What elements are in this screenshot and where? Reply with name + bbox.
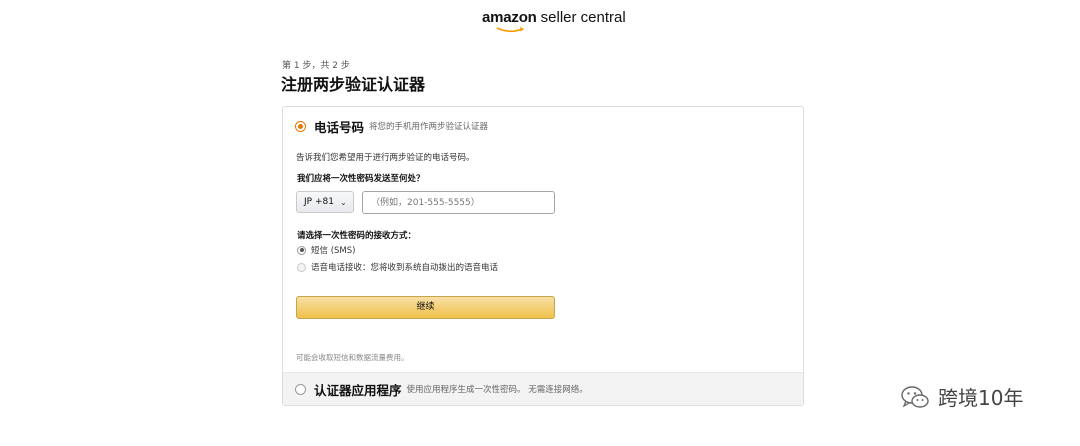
country-code-value: JP +81 (304, 197, 334, 207)
continue-button[interactable]: 继续 (296, 296, 555, 319)
voice-call-radio[interactable] (297, 262, 306, 272)
voice-call-option[interactable]: 语音电话接收：您将收到系统自动拨出的语音电话 (297, 261, 498, 273)
fee-note: 可能会收取短信和数据流量费用。 (296, 353, 409, 362)
phone-description: 告诉我们您希望用于进行两步验证的电话号码。 (296, 153, 475, 163)
authenticator-app-radio[interactable] (295, 383, 306, 395)
wechat-icon (901, 385, 929, 408)
phone-option-title: 电话号码 (314, 119, 365, 135)
amazon-smile-icon (496, 27, 525, 33)
step-indicator: 第 1 步，共 2 步 (282, 61, 350, 71)
chevron-down-icon: ⌄ (339, 197, 347, 207)
country-code-select[interactable]: JP +81 ⌄ (296, 191, 354, 213)
sms-option-label: 短信 (SMS) (311, 246, 356, 256)
watermark-text: 跨境10年 (938, 386, 1024, 410)
authenticator-app-subtitle: 使用应用程序生成一次性密码。 无需连接网络。 (406, 385, 588, 395)
authenticator-app-title: 认证器应用程序 (314, 382, 402, 398)
logo-product: seller central (540, 9, 626, 26)
phone-option-radio[interactable] (295, 120, 306, 132)
watermark: 跨境10年 (900, 382, 1023, 411)
delivery-method-label: 请选择一次性密码的接收方式： (297, 231, 417, 241)
phone-option-header[interactable]: 电话号码 将您的手机用作两步验证认证器 (295, 116, 488, 136)
phone-option-subtitle: 将您的手机用作两步验证认证器 (369, 122, 489, 132)
phone-number-input[interactable] (362, 191, 555, 214)
sms-radio[interactable] (297, 245, 306, 255)
voice-call-option-label: 语音电话接收：您将收到系统自动拨出的语音电话 (311, 263, 499, 273)
send-destination-label: 我们应将一次性密码发送至何处？ (297, 174, 425, 184)
page-title: 注册两步验证认证器 (281, 75, 426, 94)
amazon-seller-central-logo: amazon seller central (482, 9, 626, 33)
logo-brand: amazon (482, 9, 537, 26)
authenticator-app-option[interactable]: 认证器应用程序 使用应用程序生成一次性密码。 无需连接网络。 (283, 372, 803, 405)
authenticator-options-panel: 电话号码 将您的手机用作两步验证认证器 告诉我们您希望用于进行两步验证的电话号码… (282, 106, 804, 406)
sms-option[interactable]: 短信 (SMS) (297, 244, 355, 256)
